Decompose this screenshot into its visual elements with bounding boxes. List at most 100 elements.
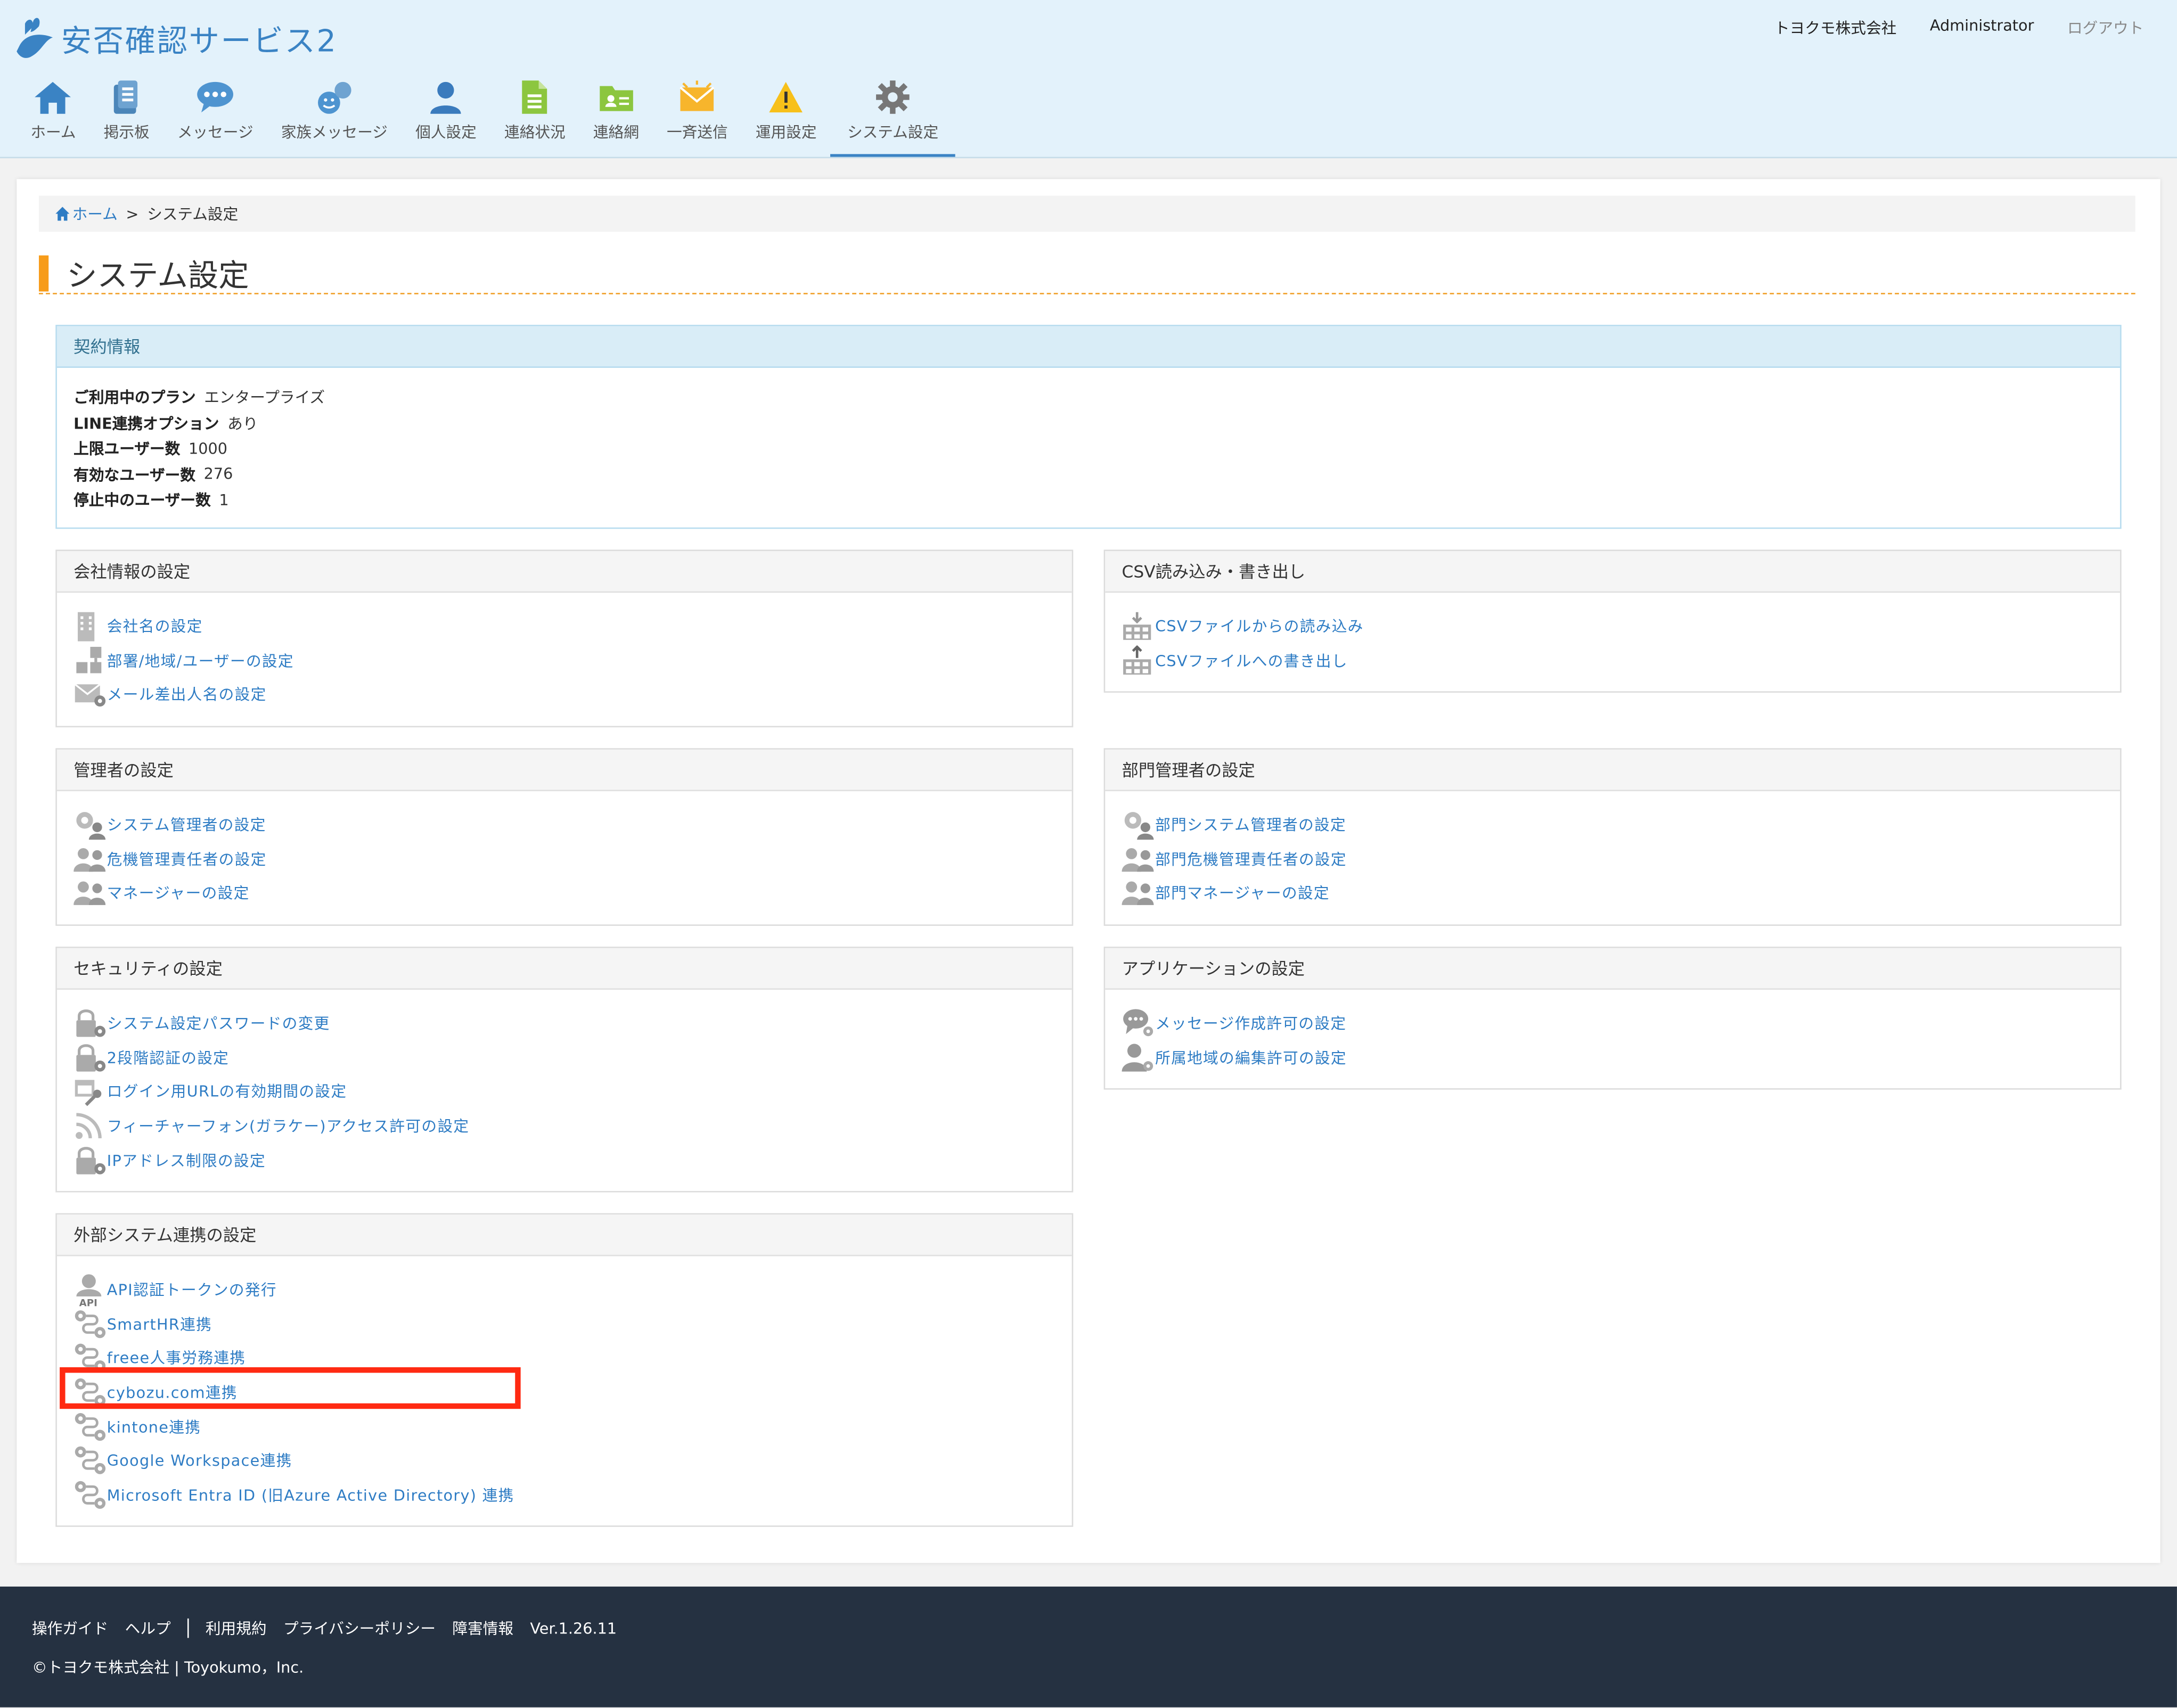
link-text[interactable]: CSVファイルへの書き出し [1155,650,1348,672]
link-message-permission[interactable]: メッセージ作成許可の設定 [1122,1006,2121,1040]
link-text[interactable]: ログイン用URLの有効期間の設定 [107,1081,347,1103]
footer-link-terms[interactable]: 利用規約 [206,1617,267,1639]
link-dept-crisis-manager[interactable]: 部門危機管理責任者の設定 [1122,842,2121,876]
info-label: 停止中のユーザー数 [73,491,211,510]
nav-contact-network[interactable]: 連絡網 [579,78,653,157]
nav-family-message-label: 家族メッセージ [281,124,388,142]
link-two-factor[interactable]: 2段階認証の設定 [73,1040,1072,1074]
link-text[interactable]: メール差出人名の設定 [107,684,267,706]
nav-home[interactable]: ホーム [17,78,89,157]
breadcrumb-home[interactable]: ホーム [55,203,118,225]
link-text[interactable]: CSVファイルからの読み込み [1155,615,1364,638]
link-text[interactable]: システム設定パスワードの変更 [107,1012,330,1034]
info-row-plan: ご利用中のプラン エンタープライズ [73,384,2120,410]
info-row-max-users: 上限ユーザー数 1000 [73,436,2120,462]
link-kintone[interactable]: kintone連携 [73,1409,1072,1443]
link-csv-export[interactable]: CSVファイルへの書き出し [1122,644,2121,678]
svg-text:API: API [79,1298,97,1307]
link-system-admin[interactable]: システム管理者の設定 [73,808,1072,842]
broadcast-mail-icon [678,78,717,117]
logout-link[interactable]: ログアウト [2067,17,2143,39]
info-row-suspended-users: 停止中のユーザー数 1 [73,487,2120,513]
link-text[interactable]: Microsoft Entra ID (旧Azure Active Direct… [107,1484,514,1506]
link-password-change[interactable]: システム設定パスワードの変更 [73,1006,1072,1040]
users-icon [1122,844,1156,874]
link-text[interactable]: SmartHR連携 [107,1313,212,1335]
link-dept-manager[interactable]: 部門マネージャーの設定 [1122,876,2121,910]
company-name: トヨクモ株式会社 [1774,19,1897,38]
user-name[interactable]: Administrator [1930,17,2034,39]
info-value: 1000 [188,439,227,458]
link-ip-restriction[interactable]: IPアドレス制限の設定 [73,1143,1072,1177]
nav-broadcast[interactable]: 一斉送信 [653,78,742,157]
admin-settings-card: 管理者の設定 システム管理者の設定 危機管理責任者の設定 マネージャーの設定 [55,748,1074,926]
message-icon [196,78,235,117]
link-entra-id[interactable]: Microsoft Entra ID (旧Azure Active Direct… [73,1477,1072,1512]
nav-system-settings[interactable]: システム設定 [830,78,955,157]
link-text[interactable]: API認証トークンの発行 [107,1279,277,1301]
link-text[interactable]: IPアドレス制限の設定 [107,1149,266,1171]
link-text[interactable]: 所属地域の編集許可の設定 [1155,1046,1347,1069]
footer-link-help[interactable]: ヘルプ [125,1617,171,1639]
nav-family-message[interactable]: 家族メッセージ [267,78,402,157]
nav-broadcast-label: 一斉送信 [667,124,728,142]
link-text[interactable]: freee人事労務連携 [107,1347,246,1369]
link-google-workspace[interactable]: Google Workspace連携 [73,1443,1072,1477]
link-dept-system-admin[interactable]: 部門システム管理者の設定 [1122,808,2121,842]
link-text[interactable]: Google Workspace連携 [107,1450,292,1472]
link-login-url-period[interactable]: ログイン用URLの有効期間の設定 [73,1074,1072,1108]
link-api-token[interactable]: API API認証トークンの発行 [73,1273,1072,1307]
link-manager[interactable]: マネージャーの設定 [73,876,1072,910]
link-text[interactable]: 危機管理責任者の設定 [107,848,267,871]
link-mail-sender[interactable]: メール差出人名の設定 [73,678,1072,712]
contract-info-title: 契約情報 [56,326,2121,368]
link-text[interactable]: フィーチャーフォン(ガラケー)アクセス許可の設定 [107,1115,470,1137]
link-org-settings[interactable]: 部署/地域/ユーザーの設定 [73,644,1072,678]
link-text[interactable]: 会社名の設定 [107,615,203,638]
footer-link-privacy[interactable]: プライバシーポリシー [283,1617,436,1639]
app-logo[interactable]: 安否確認サービス2 [14,14,337,64]
link-smarthr[interactable]: SmartHR連携 [73,1307,1072,1341]
link-text[interactable]: 部門危機管理責任者の設定 [1155,848,1347,871]
wireless-icon [73,1111,107,1141]
link-crisis-manager[interactable]: 危機管理責任者の設定 [73,842,1072,876]
nav-personal-label: 個人設定 [415,124,477,142]
lock-gear-icon [73,1042,107,1073]
footer-link-incidents[interactable]: 障害情報 [452,1617,513,1639]
breadcrumb-home-label: ホーム [72,205,118,224]
info-label: LINE連携オプション [73,414,219,433]
lock-gear-icon [73,1008,107,1039]
link-text[interactable]: メッセージ作成許可の設定 [1155,1012,1346,1034]
users-icon [73,878,107,908]
link-region-edit-permission[interactable]: 所属地域の編集許可の設定 [1122,1040,2121,1074]
link-text[interactable]: 部門システム管理者の設定 [1155,814,1346,836]
nav-board-label: 掲示板 [103,124,150,142]
link-feature-phone[interactable]: フィーチャーフォン(ガラケー)アクセス許可の設定 [73,1109,1072,1143]
card-title: CSV読み込み・書き出し [1105,551,2121,593]
calendar-key-icon [73,1077,107,1107]
link-text[interactable]: 部署/地域/ユーザーの設定 [107,650,294,672]
link-text[interactable]: システム管理者の設定 [107,814,266,836]
mail-gear-icon [73,679,107,710]
nav-contact-network-label: 連絡網 [593,124,639,142]
link-text[interactable]: 2段階認証の設定 [107,1046,229,1069]
board-icon [107,78,146,117]
nav-board[interactable]: 掲示板 [90,78,163,157]
info-row-active-users: 有効なユーザー数 276 [73,462,2120,487]
nav-status[interactable]: 連絡状況 [490,78,579,157]
card-title: 外部システム連携の設定 [56,1214,1072,1257]
nav-message[interactable]: メッセージ [163,78,267,157]
link-text[interactable]: 部門マネージャーの設定 [1155,882,1330,905]
link-icon [73,1411,107,1442]
nav-personal[interactable]: 個人設定 [402,78,490,157]
link-text[interactable]: マネージャーの設定 [107,882,250,905]
footer-link-guide[interactable]: 操作ガイド [32,1617,108,1639]
link-csv-import[interactable]: CSVファイルからの読み込み [1122,610,2121,644]
link-text[interactable]: kintone連携 [107,1415,201,1438]
lock-gear-icon [73,1145,107,1175]
application-settings-card: アプリケーションの設定 メッセージ作成許可の設定 所属地域の編集許可の設定 [1103,947,2122,1090]
breadcrumb: ホーム > システム設定 [38,195,2135,232]
home-icon [34,78,72,117]
nav-operation[interactable]: 運用設定 [742,78,831,157]
link-company-name[interactable]: 会社名の設定 [73,610,1072,644]
